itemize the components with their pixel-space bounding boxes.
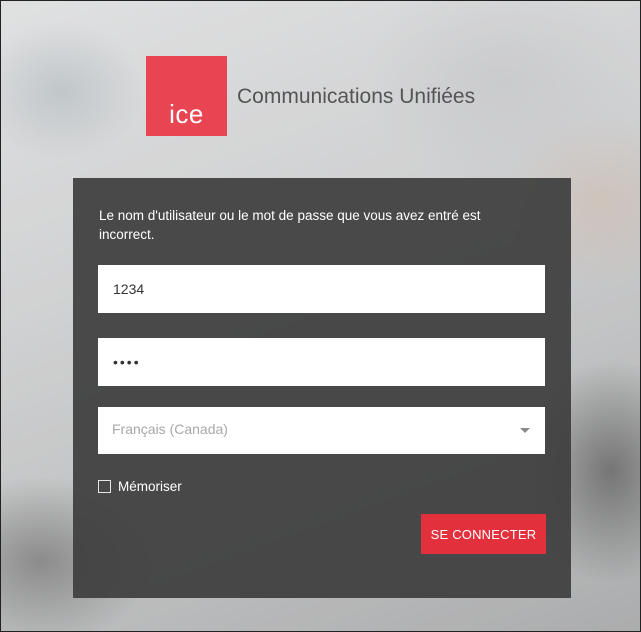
remember-checkbox[interactable] — [98, 479, 111, 493]
app-title: Communications Unifiées — [237, 85, 476, 108]
remember-me[interactable]: Mémoriser — [98, 478, 182, 494]
username-input[interactable] — [98, 265, 545, 313]
login-button[interactable]: SE CONNECTER — [421, 514, 546, 554]
login-panel: Le nom d'utilisateur ou le mot de passe … — [73, 178, 571, 598]
error-message: Le nom d'utilisateur ou le mot de passe … — [99, 208, 481, 242]
remember-label: Mémoriser — [118, 478, 182, 494]
login-screen: ice Communications Unifiées Le nom d'uti… — [0, 0, 641, 632]
chevron-down-icon — [520, 428, 530, 433]
password-input[interactable] — [98, 338, 545, 386]
language-select-value: Français (Canada) — [112, 421, 228, 437]
logo-text: ice — [169, 99, 204, 129]
language-select[interactable]: Français (Canada) — [98, 407, 545, 454]
ice-logo: ice — [146, 56, 227, 136]
